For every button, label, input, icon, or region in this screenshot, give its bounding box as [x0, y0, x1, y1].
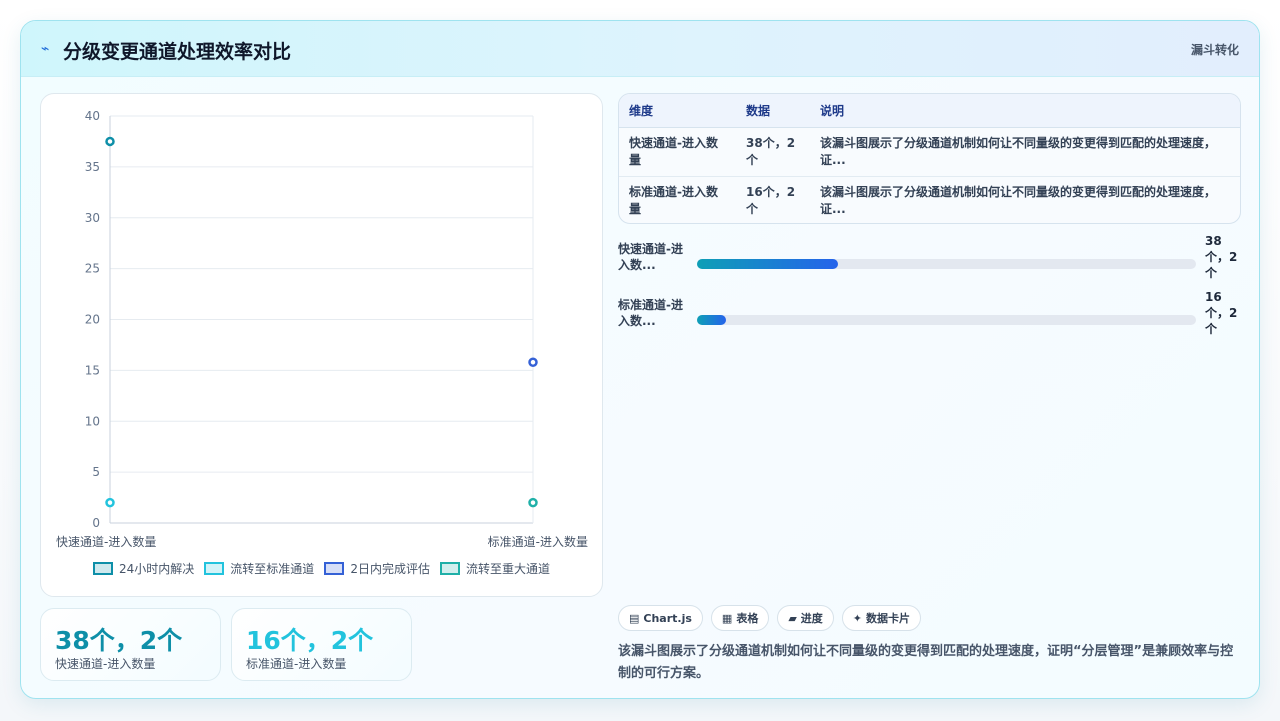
chart-type-tag: 漏斗转化: [1190, 43, 1239, 57]
column-header: 说明: [810, 94, 1240, 128]
y-tick-label: 15: [85, 363, 100, 377]
legend-swatch: [324, 562, 345, 575]
progress-track: [697, 315, 1196, 325]
progress-label: 快速通道-进入数...: [618, 242, 683, 272]
dashboard-card: ⌁ 分级变更通道处理效率对比 漏斗转化 0 5 10 15 20 25 30 35 40 快速通道…: [20, 20, 1260, 699]
chip-data-card[interactable]: ✦ 数据卡片: [841, 605, 922, 631]
legend-label: 流转至标准通道: [230, 562, 315, 576]
summary-text: 该漏斗图展示了分级通道机制如何让不同量级的变更得到匹配的处理速度，证明“分层管理…: [618, 644, 1234, 681]
stat-card-standard: 16个，2个 标准通道-进入数量: [231, 608, 412, 681]
table-cell: 快速通道-进入数量: [619, 127, 736, 177]
table-cell: 该漏斗图展示了分级通道机制如何让不同量级的变更得到匹配的处理速度，证...: [810, 127, 1240, 177]
page-title: 分级变更通道处理效率对比: [63, 41, 292, 63]
y-tick-label: 40: [85, 109, 100, 123]
data-point: [105, 497, 115, 508]
table-icon: ▦: [721, 611, 733, 625]
data-point: [528, 497, 538, 508]
legend-label: 流转至重大通道: [465, 562, 550, 576]
progress-value: 16个，2个: [1205, 290, 1238, 336]
progress-value: 38个，2个: [1205, 234, 1238, 280]
progress-label: 标准通道-进入数...: [618, 298, 683, 328]
chart-panel: 0 5 10 15 20 25 30 35 40 快速通道-进入数量 标准通道-进入数量 24小时内…: [40, 93, 603, 597]
column-header: 维度: [619, 94, 736, 128]
feature-chips: ▤ Chart.js ▦ 表格 ▰ 进度 ✦ 数据卡片: [618, 605, 922, 631]
table-cell: 标准通道-进入数量: [629, 184, 718, 216]
scatter-chart: 0 5 10 15 20 25 30 35 40 快速通道-进入数量 标准通道-进入数量: [56, 109, 588, 549]
chip-label: 进度: [800, 612, 823, 625]
legend-item[interactable]: 24小时内解决: [93, 560, 194, 577]
chip-table[interactable]: ▦ 表格: [710, 605, 770, 631]
data-point: [105, 136, 115, 147]
y-tick-label: 30: [85, 211, 100, 225]
legend-swatch: [93, 562, 114, 575]
bolt-icon: ⌁: [41, 41, 50, 57]
column-header: 数据: [736, 94, 810, 128]
table-cell: 该漏斗图展示了分级通道机制如何让不同量级的变更得到匹配的处理速度，证...: [810, 176, 1240, 223]
legend-item[interactable]: 2日内完成评估: [324, 560, 430, 577]
stat-label: 快速通道-进入数量: [55, 657, 156, 671]
legend-swatch: [204, 562, 225, 575]
y-tick-label: 10: [85, 414, 100, 428]
progress-fill: [697, 315, 727, 325]
table-cell: 38个，2个: [736, 127, 810, 177]
y-tick-label: 0: [92, 516, 100, 530]
table-cell: 16个，2个: [746, 184, 796, 216]
table-header-row: 维度 数据 说明: [619, 94, 1240, 128]
chart-legend: 24小时内解决 流转至标准通道 2日内完成评估 流转至重大通道: [41, 560, 602, 577]
y-tick-label: 25: [85, 262, 100, 276]
stat-label: 标准通道-进入数量: [246, 657, 347, 671]
legend-label: 24小时内解决: [119, 562, 195, 576]
chip-label: Chart.js: [643, 611, 692, 625]
y-tick-label: 20: [85, 313, 100, 327]
progress-row: 快速通道-进入数... 38个，2个: [618, 234, 1241, 291]
table-row: 快速通道-进入数量 38个，2个 该漏斗图展示了分级通道机制如何让不同量级的变更…: [619, 127, 1240, 177]
legend-item[interactable]: 流转至标准通道: [204, 560, 314, 577]
legend-item[interactable]: 流转至重大通道: [439, 560, 550, 577]
chip-chartjs[interactable]: ▤ Chart.js: [618, 605, 703, 631]
card-header: ⌁ 分级变更通道处理效率对比 漏斗转化: [21, 21, 1259, 77]
y-tick-label: 35: [85, 160, 100, 174]
cell-text: 该漏斗图展示了分级通道机制如何让不同量级的变更得到匹配的处理速度，证...: [820, 184, 1217, 216]
x-tick-label: 快速通道-进入数量: [56, 534, 156, 549]
table-row: 标准通道-进入数量 16个，2个 该漏斗图展示了分级通道机制如何让不同量级的变更…: [619, 176, 1240, 223]
progress-icon: ▰: [788, 611, 797, 625]
chart-icon: ▤: [629, 611, 640, 625]
progress-fill: [697, 259, 839, 269]
stat-value: 16个，2个: [246, 626, 374, 655]
chip-label: 数据卡片: [866, 612, 911, 625]
progress-row: 标准通道-进入数... 16个，2个: [618, 290, 1241, 347]
data-point: [528, 357, 538, 367]
chip-label: 表格: [736, 612, 759, 625]
progress-track: [697, 259, 1196, 269]
legend-label: 2日内完成评估: [350, 562, 430, 576]
legend-swatch: [439, 562, 460, 575]
stat-card-fast: 38个，2个 快速通道-进入数量: [40, 608, 221, 681]
cell-text: 该漏斗图展示了分级通道机制如何让不同量级的变更得到匹配的处理速度，证...: [820, 135, 1217, 167]
sparkle-icon: ✦: [852, 611, 863, 625]
y-tick-label: 5: [92, 465, 100, 479]
x-tick-label: 标准通道-进入数量: [488, 534, 588, 549]
stat-value: 38个，2个: [55, 626, 183, 655]
data-table: 维度 数据 说明 快速通道-进入数量 38个，2个 该漏斗图展示了分级通道机制如…: [618, 93, 1241, 224]
chip-progress[interactable]: ▰ 进度: [777, 605, 834, 631]
